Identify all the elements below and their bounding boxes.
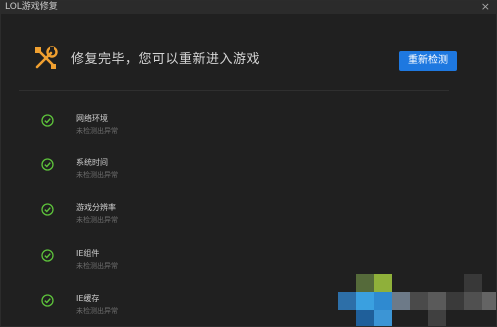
check-item-status: 未检测出异常 (76, 127, 118, 135)
check-circle-icon (41, 203, 54, 216)
divider (19, 90, 449, 91)
check-item-name: 游戏分辨率 (76, 203, 116, 212)
check-item-network: 网络环境 未检测出异常 (41, 113, 341, 143)
check-item-name: IE组件 (76, 249, 100, 258)
check-circle-icon (41, 158, 54, 171)
check-item-status: 未检测出异常 (76, 262, 118, 270)
window-title: LOL游戏修复 (5, 2, 58, 12)
repair-status-text: 修复完毕，您可以重新进入游戏 (71, 52, 261, 67)
check-item-status: 未检测出异常 (76, 216, 118, 224)
watermark-mosaic (336, 266, 496, 326)
check-item-name: 网络环境 (76, 114, 108, 123)
check-item-ie-cache: IE缓存 未检测出异常 (41, 293, 341, 323)
check-item-resolution: 游戏分辨率 未检测出异常 (41, 202, 341, 232)
repair-header: 修复完毕，您可以重新进入游戏 重新检测 (31, 45, 471, 77)
check-item-name: IE缓存 (76, 294, 100, 303)
wrench-screwdriver-icon (35, 46, 58, 69)
title-bar: LOL游戏修复 × (1, 1, 497, 14)
close-button[interactable]: × (481, 1, 490, 13)
check-item-system-time: 系统时间 未检测出异常 (41, 157, 341, 187)
check-item-status: 未检测出异常 (76, 171, 118, 179)
check-item-name: 系统时间 (76, 158, 108, 167)
check-circle-icon (41, 294, 54, 307)
check-circle-icon (41, 114, 54, 127)
check-item-status: 未检测出异常 (76, 307, 118, 315)
repair-window: LOL游戏修复 × 修复完毕，您可以重新进入游戏 重新检测 网络环境 未检测出异… (0, 0, 497, 327)
check-item-ie-component: IE组件 未检测出异常 (41, 248, 341, 278)
recheck-button[interactable]: 重新检测 (399, 51, 457, 71)
check-circle-icon (41, 249, 54, 262)
